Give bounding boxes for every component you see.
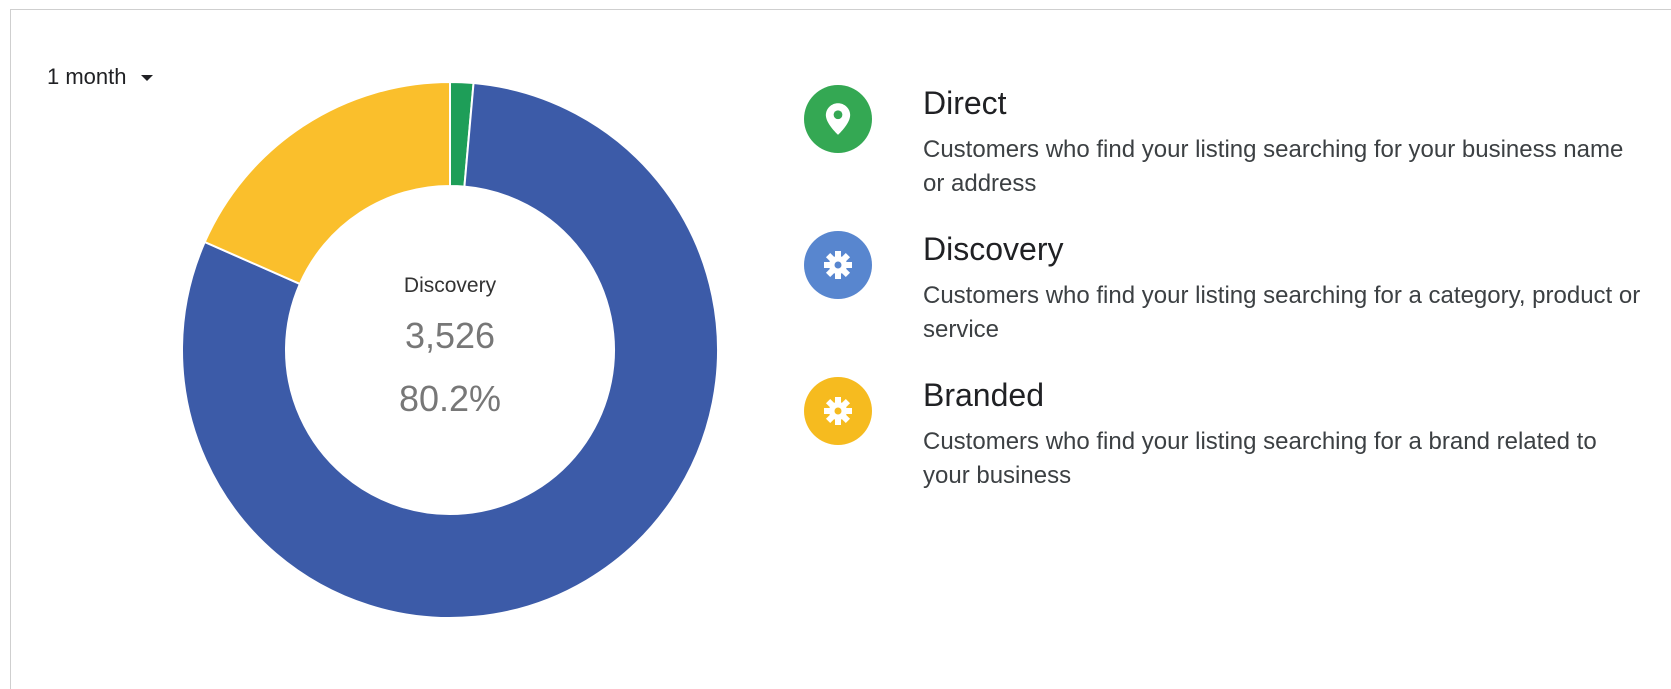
donut-slice-branded[interactable] [203, 80, 451, 286]
legend-icon-branded [804, 377, 872, 445]
location-pin-icon [825, 103, 851, 135]
center-percent: 80.2% [399, 378, 501, 419]
legend-icon-direct [804, 85, 872, 153]
legend-title-direct: Direct [923, 85, 1007, 121]
legend-icon-discovery [804, 231, 872, 299]
gear-icon [824, 397, 852, 425]
legend-desc-discovery: Customers who find your listing searchin… [923, 282, 1641, 343]
gear-icon [824, 251, 852, 279]
center-count: 3,526 [405, 315, 495, 356]
center-title: Discovery [404, 274, 497, 297]
legend-desc-branded: Customers who find your listing searchin… [923, 428, 1597, 489]
legend-desc-direct: Customers who find your listing searchin… [923, 136, 1624, 197]
legend-title-branded: Branded [923, 377, 1044, 413]
legend-title-discovery: Discovery [923, 231, 1064, 267]
